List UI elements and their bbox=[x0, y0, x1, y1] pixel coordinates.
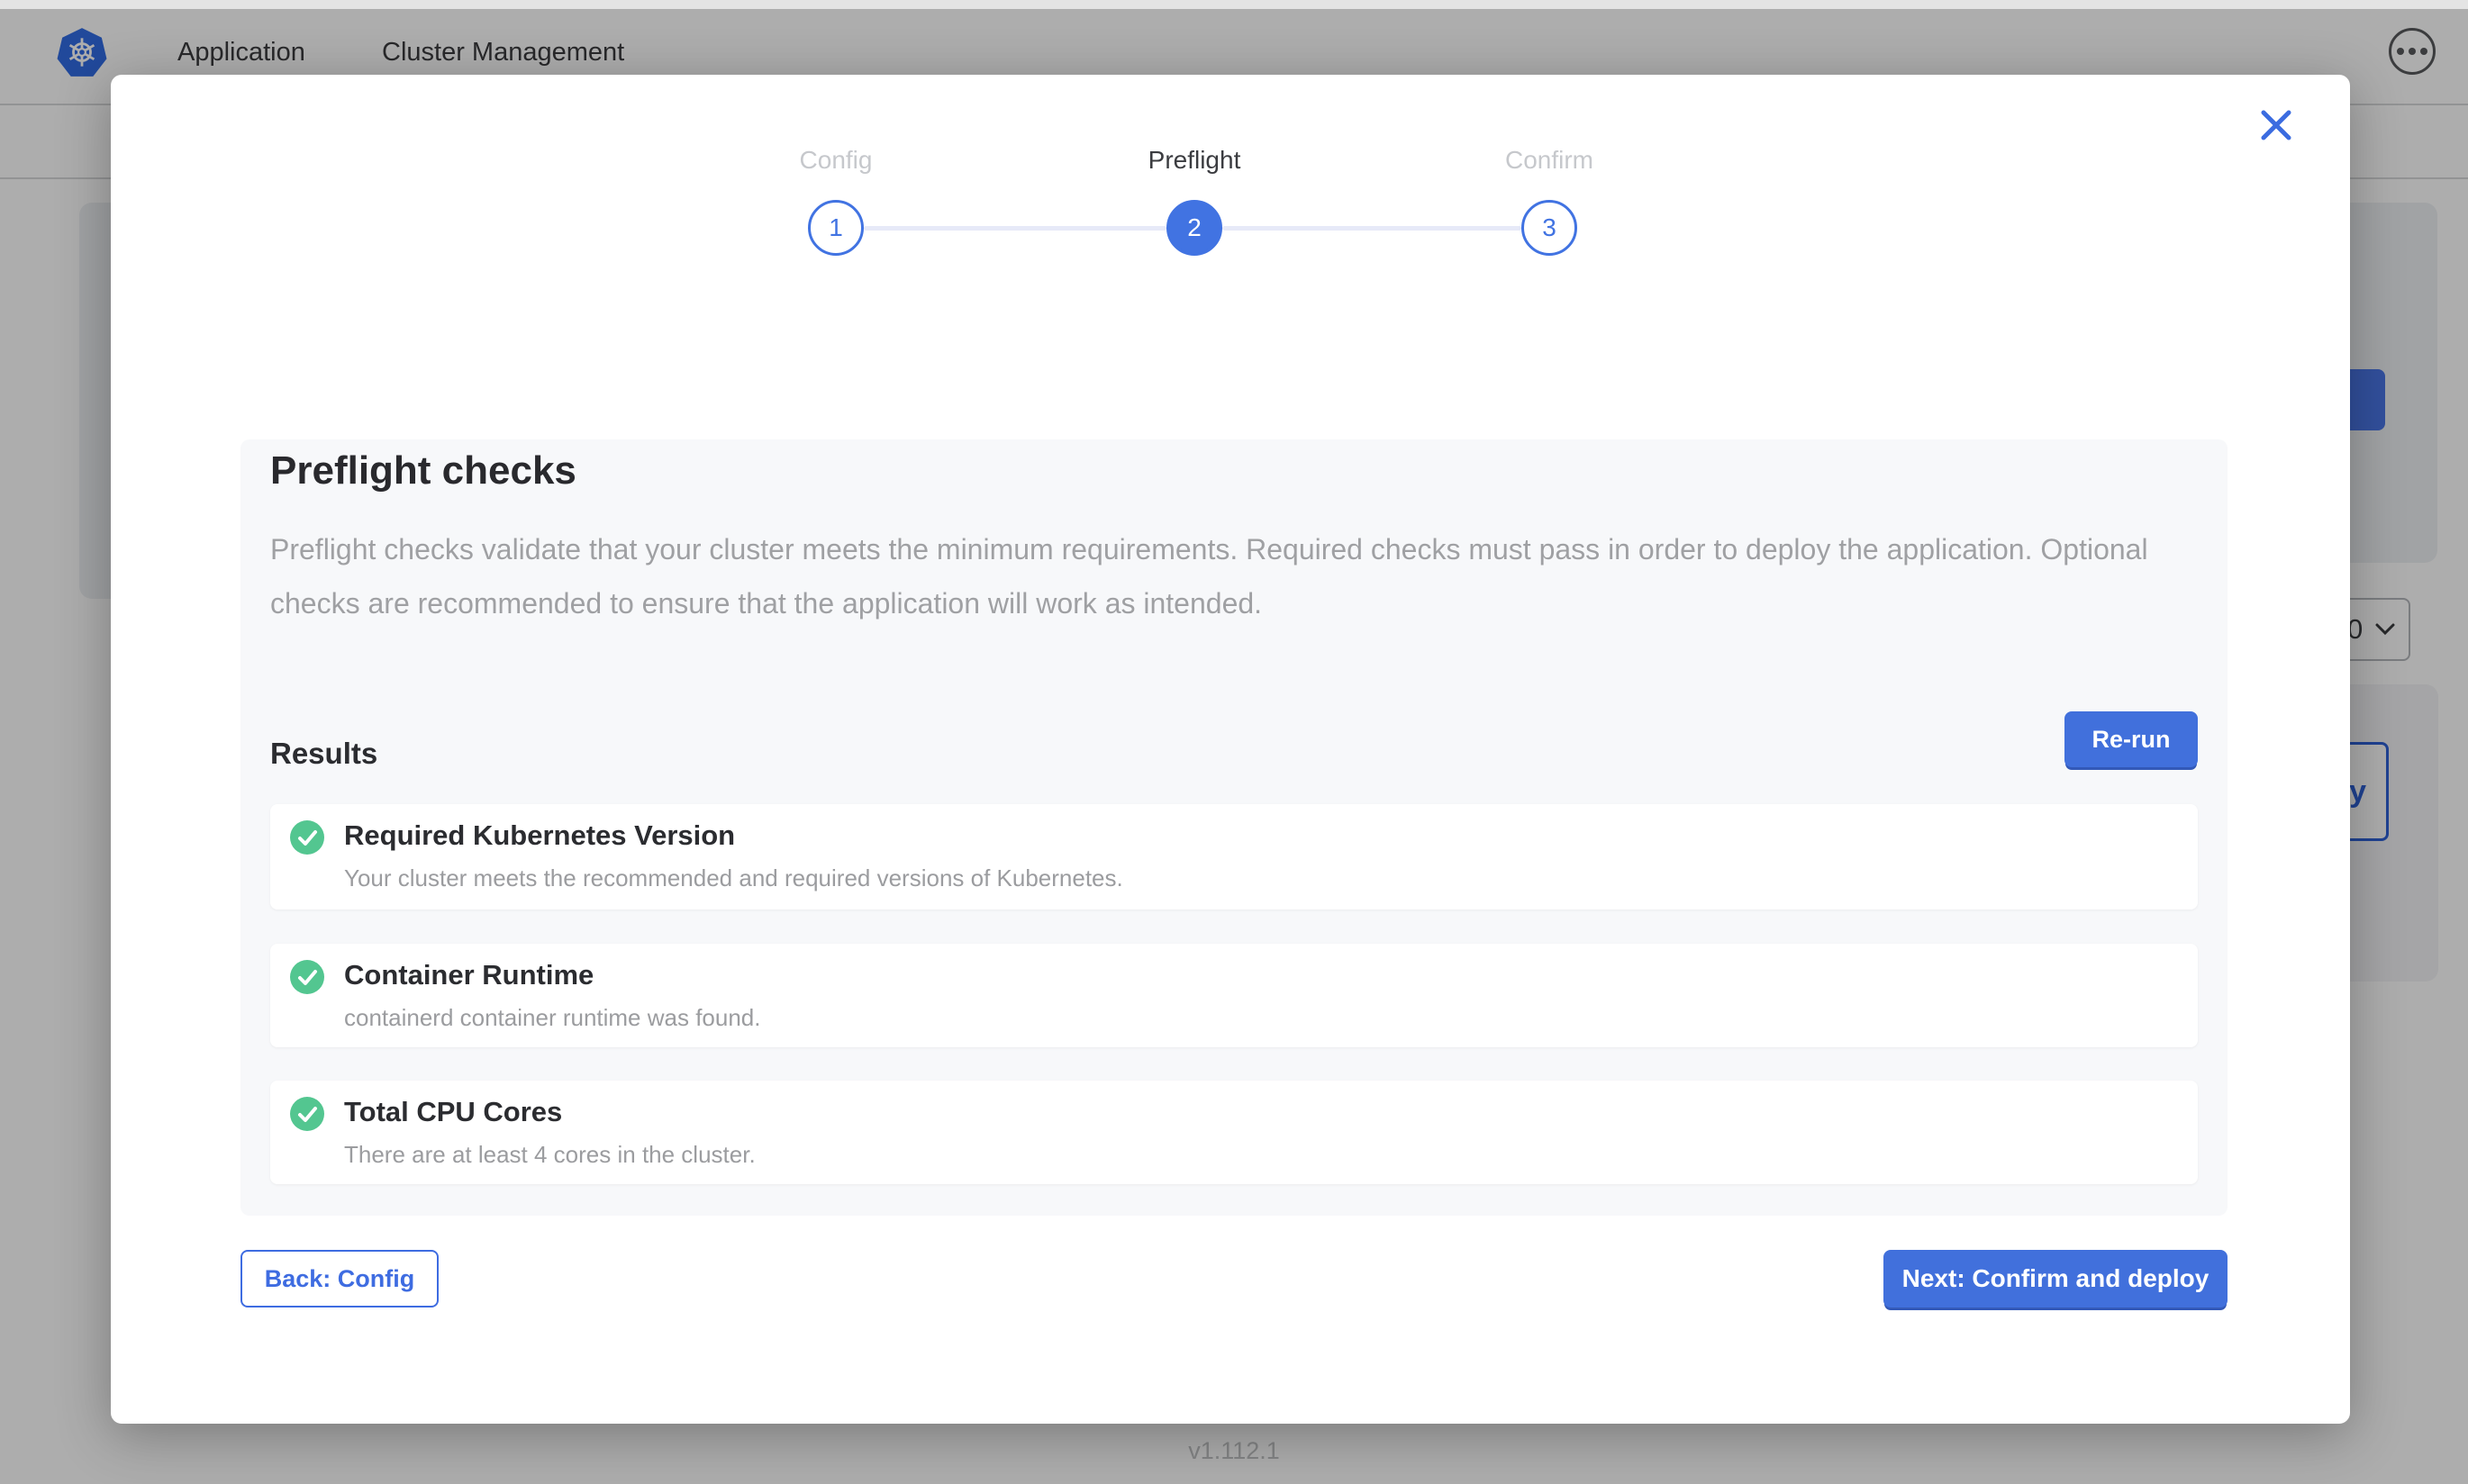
page-title: Preflight checks bbox=[270, 448, 576, 493]
preflight-card: Preflight checks Preflight checks valida… bbox=[240, 439, 2228, 1216]
step-circle-1[interactable]: 1 bbox=[808, 200, 864, 256]
step-connector bbox=[1222, 226, 1521, 231]
step-circle-3[interactable]: 3 bbox=[1521, 200, 1577, 256]
preflight-modal: Config Preflight Confirm 1 2 3 Preflight… bbox=[111, 75, 2350, 1424]
check-circle-icon bbox=[290, 960, 324, 994]
screen: Application Cluster Management 0 y v1.11… bbox=[0, 0, 2468, 1484]
preflight-description: Preflight checks validate that your clus… bbox=[270, 522, 2153, 630]
results-heading: Results bbox=[270, 737, 377, 771]
step-label-confirm: Confirm bbox=[1414, 146, 1684, 175]
check-description: Your cluster meets the recommended and r… bbox=[344, 864, 2198, 892]
check-circle-icon bbox=[290, 1097, 324, 1131]
preflight-check-row: Total CPU Cores There are at least 4 cor… bbox=[270, 1081, 2198, 1184]
check-title: Container Runtime bbox=[344, 958, 2198, 992]
check-description: There are at least 4 cores in the cluste… bbox=[344, 1140, 2198, 1169]
step-connector bbox=[864, 226, 1166, 231]
step-label-config: Config bbox=[701, 146, 971, 175]
top-strip bbox=[0, 0, 2468, 9]
check-title: Total CPU Cores bbox=[344, 1095, 2198, 1129]
close-icon[interactable] bbox=[2256, 105, 2296, 145]
back-config-button[interactable]: Back: Config bbox=[240, 1250, 439, 1308]
check-circle-icon bbox=[290, 820, 324, 855]
check-description: containerd container runtime was found. bbox=[344, 1003, 2198, 1032]
rerun-button[interactable]: Re-run bbox=[2064, 711, 2198, 767]
next-confirm-deploy-button[interactable]: Next: Confirm and deploy bbox=[1883, 1250, 2228, 1308]
preflight-check-row: Container Runtime containerd container r… bbox=[270, 944, 2198, 1047]
step-circle-2[interactable]: 2 bbox=[1166, 200, 1222, 256]
step-label-preflight: Preflight bbox=[1059, 146, 1329, 175]
check-title: Required Kubernetes Version bbox=[344, 819, 2198, 853]
preflight-check-row: Required Kubernetes Version Your cluster… bbox=[270, 804, 2198, 909]
